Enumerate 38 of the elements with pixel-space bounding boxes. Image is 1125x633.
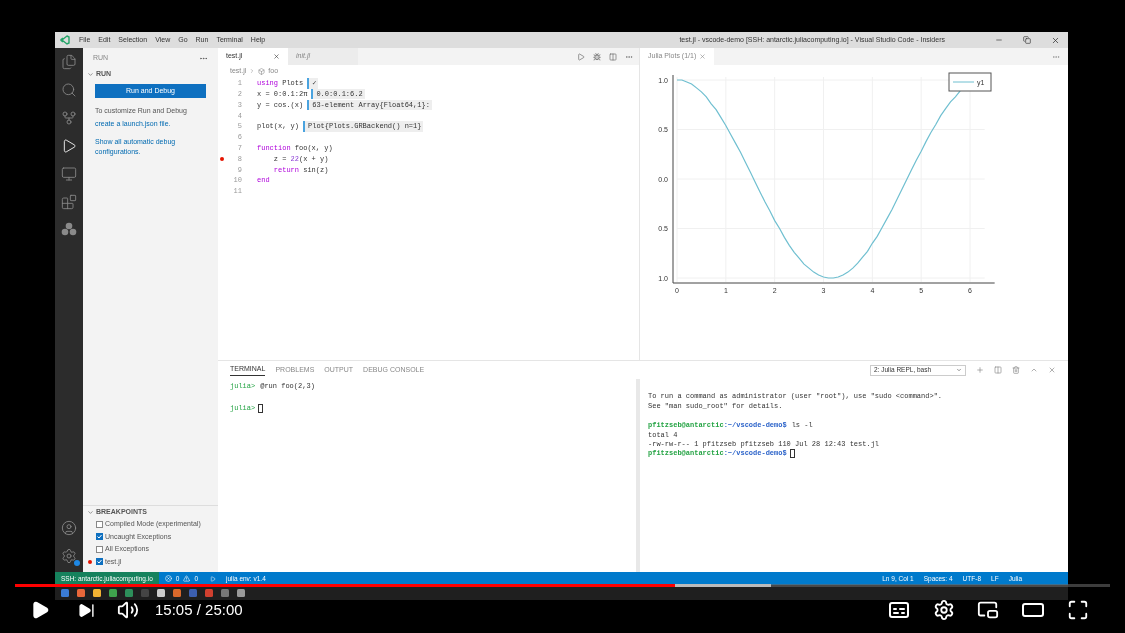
progress-track[interactable] bbox=[15, 584, 1110, 587]
warning-icon bbox=[183, 575, 191, 582]
circles-icon[interactable] bbox=[61, 222, 77, 236]
cube-icon bbox=[258, 67, 266, 75]
chevron-icon bbox=[87, 508, 94, 516]
fullscreen-button[interactable] bbox=[1067, 599, 1089, 621]
close-icon[interactable] bbox=[1051, 35, 1060, 45]
volume-button[interactable] bbox=[117, 599, 139, 621]
time-display: 15:05 / 25:00 bbox=[155, 599, 243, 620]
checkbox[interactable] bbox=[96, 558, 103, 566]
account-icon[interactable] bbox=[61, 520, 77, 536]
run-icon[interactable] bbox=[61, 138, 77, 154]
next-button[interactable] bbox=[78, 601, 95, 619]
search-icon[interactable] bbox=[61, 82, 77, 98]
close-icon[interactable] bbox=[273, 53, 280, 60]
chevron-icon bbox=[249, 68, 256, 74]
branch-icon[interactable] bbox=[61, 110, 77, 126]
checkbox[interactable] bbox=[96, 520, 103, 528]
checkbox[interactable] bbox=[96, 533, 103, 541]
error-icon bbox=[164, 575, 172, 582]
settings-icon[interactable] bbox=[61, 548, 77, 564]
extensions-icon[interactable] bbox=[61, 194, 77, 210]
debug-icon[interactable] bbox=[593, 52, 601, 61]
monitor-icon[interactable] bbox=[61, 166, 77, 182]
settings-button[interactable] bbox=[933, 599, 955, 621]
vscode-logo-icon bbox=[60, 35, 70, 45]
update-badge bbox=[74, 560, 80, 566]
close-icon[interactable] bbox=[1048, 366, 1056, 374]
checkbox[interactable] bbox=[96, 545, 103, 553]
chevron-icon bbox=[87, 70, 94, 78]
chevron-icon[interactable] bbox=[1030, 366, 1038, 374]
miniplayer-button[interactable] bbox=[977, 599, 999, 621]
play-button[interactable] bbox=[30, 600, 50, 620]
chevron-icon bbox=[956, 367, 962, 373]
restore-icon[interactable] bbox=[1023, 36, 1031, 44]
trash-icon[interactable] bbox=[1012, 366, 1020, 374]
split-editor-icon[interactable] bbox=[609, 52, 617, 61]
files-icon[interactable] bbox=[61, 54, 77, 70]
